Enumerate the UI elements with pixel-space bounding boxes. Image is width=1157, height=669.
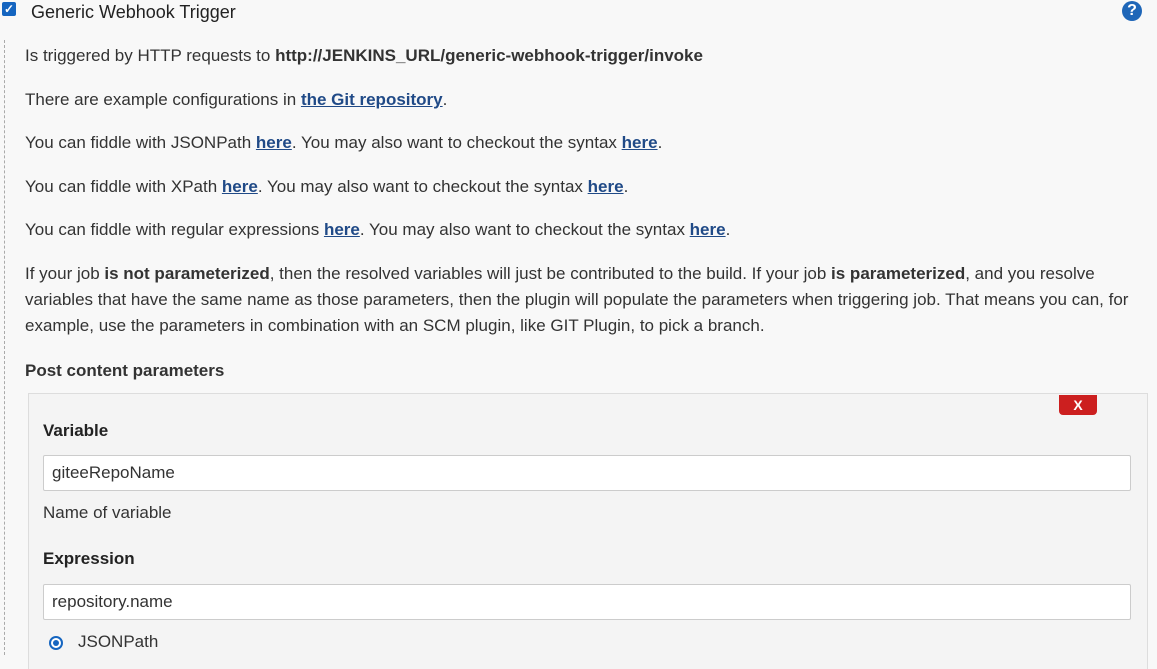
variable-label: Variable	[43, 421, 109, 440]
triggered-by-text: Is triggered by HTTP requests to http://…	[25, 46, 703, 65]
variable-input[interactable]	[43, 455, 1131, 491]
jsonpath-fiddle-link[interactable]: here	[256, 133, 292, 152]
jsonpath-text: You can fiddle with JSONPath here. You m…	[25, 133, 663, 152]
variable-hint: Name of variable	[43, 503, 172, 522]
enable-trigger-checkbox[interactable]: ✓	[2, 2, 16, 16]
section-indent-rail	[4, 40, 5, 655]
delete-parameter-button[interactable]: X	[1059, 395, 1097, 415]
help-icon[interactable]: ?	[1122, 1, 1142, 21]
regex-syntax-link[interactable]: here	[690, 220, 726, 239]
parameterization-text: If your job is not parameterized, then t…	[25, 264, 1129, 335]
trigger-title: Generic Webhook Trigger	[31, 2, 236, 22]
examples-text: There are example configurations in the …	[25, 90, 448, 109]
xpath-syntax-link[interactable]: here	[588, 177, 624, 196]
post-content-parameter-panel	[28, 393, 1148, 669]
invoke-url: http://JENKINS_URL/generic-webhook-trigg…	[275, 46, 703, 65]
jsonpath-radio-label[interactable]: JSONPath	[78, 632, 158, 652]
jsonpath-syntax-link[interactable]: here	[622, 133, 658, 152]
git-repository-link[interactable]: the Git repository	[301, 90, 443, 109]
jsonpath-radio[interactable]	[49, 636, 63, 650]
regex-text: You can fiddle with regular expressions …	[25, 220, 731, 239]
expression-label: Expression	[43, 549, 135, 568]
post-content-parameters-label: Post content parameters	[25, 361, 225, 380]
xpath-text: You can fiddle with XPath here. You may …	[25, 177, 629, 196]
regex-fiddle-link[interactable]: here	[324, 220, 360, 239]
expression-input[interactable]	[43, 584, 1131, 620]
generic-webhook-trigger-header: ✓ Generic Webhook Trigger ?	[0, 0, 1157, 26]
xpath-fiddle-link[interactable]: here	[222, 177, 258, 196]
